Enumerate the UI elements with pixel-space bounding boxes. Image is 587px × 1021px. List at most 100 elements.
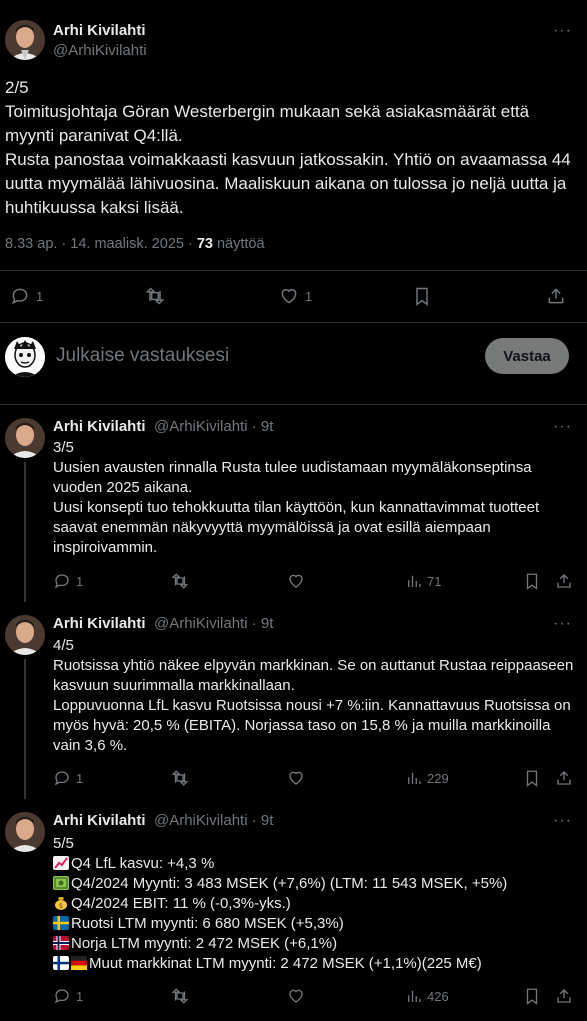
author-handle[interactable]: @ArhiKivilahti · 9t bbox=[154, 418, 273, 435]
stat-text: Q4/2024 Myynti: 3 483 MSEK (+7,6%) (LTM:… bbox=[71, 874, 508, 892]
stat-text: Q4/2024 EBIT: 11 % (-0,3%-yks.) bbox=[71, 894, 291, 912]
retweet-icon bbox=[145, 287, 165, 305]
bookmark-button[interactable] bbox=[413, 286, 431, 306]
bookmark-icon bbox=[416, 287, 428, 306]
share-icon bbox=[548, 288, 564, 304]
heart-icon bbox=[281, 289, 297, 304]
share-button[interactable] bbox=[546, 286, 566, 306]
more-options-icon[interactable]: ··· bbox=[553, 418, 572, 436]
sweden-flag-emoji bbox=[53, 916, 69, 930]
stat-text: Muut markkinat LTM myynti: 2 472 MSEK (+… bbox=[89, 954, 482, 972]
norway-flag-emoji bbox=[53, 936, 69, 950]
reply-count: 1 bbox=[76, 770, 84, 786]
share-button[interactable] bbox=[555, 987, 573, 1005]
author-name[interactable]: Arhi Kivilahti bbox=[53, 615, 146, 632]
list-item: Norja LTM myynti: 2 472 MSEK (+6,1%) bbox=[53, 933, 583, 953]
list-item: Ruotsi LTM myynti: 6 680 MSEK (+5,3%) bbox=[53, 913, 583, 933]
author-avatar[interactable] bbox=[5, 812, 45, 852]
share-icon bbox=[557, 771, 571, 785]
views-chart-icon bbox=[408, 772, 421, 784]
reply-button[interactable]: 1 bbox=[53, 769, 83, 787]
bookmark-icon bbox=[526, 573, 538, 590]
bookmark-button[interactable] bbox=[524, 769, 540, 787]
reply-icon bbox=[11, 288, 28, 305]
divider bbox=[0, 404, 587, 405]
reply-header: Arhi Kivilahti @ArhiKivilahti · 9t bbox=[53, 812, 273, 830]
views-button[interactable]: 426 bbox=[405, 987, 449, 1005]
more-options-icon[interactable]: ··· bbox=[553, 22, 572, 40]
views-button[interactable]: 229 bbox=[405, 769, 449, 787]
stat-text: Q4 LfL kasvu: +4,3 % bbox=[71, 854, 215, 872]
retweet-button[interactable] bbox=[170, 572, 190, 590]
views-count: 426 bbox=[427, 988, 449, 1004]
bookmark-button[interactable] bbox=[524, 987, 540, 1005]
like-button[interactable]: 1 bbox=[278, 286, 312, 306]
views-count: 73 bbox=[196, 236, 213, 252]
reply-body: 5/5 Q4 LfL kasvu: +4,3 % Q4/2024 Myynti:… bbox=[53, 833, 583, 973]
like-button[interactable] bbox=[287, 769, 305, 787]
author-avatar[interactable] bbox=[5, 418, 45, 458]
reply-header: Arhi Kivilahti @ArhiKivilahti · 9t bbox=[53, 615, 273, 633]
divider bbox=[0, 322, 587, 323]
reply-header: Arhi Kivilahti @ArhiKivilahti · 9t bbox=[53, 418, 273, 436]
heart-icon bbox=[289, 771, 303, 785]
author-name[interactable]: Arhi Kivilahti bbox=[53, 418, 146, 435]
retweet-button[interactable] bbox=[144, 286, 166, 306]
stat-text: Norja LTM myynti: 2 472 MSEK (+6,1%) bbox=[71, 934, 338, 952]
author-avatar[interactable] bbox=[5, 615, 45, 655]
share-button[interactable] bbox=[555, 572, 573, 590]
like-count: 1 bbox=[305, 288, 313, 304]
reply-count: 1 bbox=[76, 988, 84, 1004]
list-item: Q4/2024 Myynti: 3 483 MSEK (+7,6%) (LTM:… bbox=[53, 873, 583, 893]
author-handle[interactable]: @ArhiKivilahti · 9t bbox=[154, 812, 273, 829]
retweet-icon bbox=[171, 573, 189, 589]
retweet-button[interactable] bbox=[170, 987, 190, 1005]
reply-intro: 5/5 bbox=[53, 834, 74, 852]
reply-count: 1 bbox=[36, 288, 44, 304]
thread-connector bbox=[24, 659, 26, 799]
tweet-timestamp[interactable]: 8.33 ap. · 14. maalisk. 2025 · bbox=[5, 236, 197, 252]
reply-text: 3/5 Uusien avausten rinnalla Rusta tulee… bbox=[53, 439, 540, 556]
reply-button[interactable]: 1 bbox=[10, 286, 43, 306]
dollar-bills-emoji bbox=[53, 876, 69, 890]
reply-input[interactable]: Julkaise vastauksesi bbox=[56, 345, 229, 367]
retweet-button[interactable] bbox=[170, 769, 190, 787]
author-name[interactable]: Arhi Kivilahti bbox=[53, 22, 146, 39]
author-handle[interactable]: @ArhiKivilahti · 9t bbox=[154, 615, 273, 632]
list-item: Q4 LfL kasvu: +4,3 % bbox=[53, 853, 583, 873]
money-bag-emoji: $ bbox=[53, 896, 69, 910]
views-count: 71 bbox=[427, 573, 442, 589]
views-count: 229 bbox=[427, 770, 449, 786]
like-button[interactable] bbox=[287, 987, 305, 1005]
stat-text: Ruotsi LTM myynti: 6 680 MSEK (+5,3%) bbox=[71, 914, 344, 932]
retweet-icon bbox=[171, 770, 189, 786]
reply-button[interactable]: 1 bbox=[53, 572, 83, 590]
views-button[interactable]: 71 bbox=[405, 572, 441, 590]
more-options-icon[interactable]: ··· bbox=[553, 615, 572, 633]
author-handle[interactable]: @ArhiKivilahti bbox=[53, 42, 147, 59]
germany-flag-emoji bbox=[71, 956, 87, 970]
author-name[interactable]: Arhi Kivilahti bbox=[53, 812, 146, 829]
share-icon bbox=[557, 989, 571, 1003]
more-options-icon[interactable]: ··· bbox=[553, 812, 572, 830]
tweet-text: 2/5 Toimitusjohtaja Göran Westerbergin m… bbox=[5, 78, 571, 217]
like-button[interactable] bbox=[287, 572, 305, 590]
list-item: $ Q4/2024 EBIT: 11 % (-0,3%-yks.) bbox=[53, 893, 583, 913]
svg-text:$: $ bbox=[59, 902, 63, 910]
views-chart-icon bbox=[408, 575, 421, 587]
views-label: näyttöä bbox=[212, 236, 265, 252]
reply-text: 4/5 Ruotsissa yhtiö näkee elpyvän markki… bbox=[53, 637, 574, 754]
reply-count: 1 bbox=[76, 573, 84, 589]
share-button[interactable] bbox=[555, 769, 573, 787]
reply-button[interactable]: 1 bbox=[53, 987, 83, 1005]
bookmark-button[interactable] bbox=[524, 572, 540, 590]
views-chart-icon bbox=[408, 990, 421, 1002]
reply-icon bbox=[54, 771, 69, 786]
share-icon bbox=[557, 574, 571, 588]
author-avatar[interactable] bbox=[5, 20, 45, 60]
chart-up-emoji bbox=[53, 856, 69, 870]
bookmark-icon bbox=[526, 988, 538, 1005]
list-item: Muut markkinat LTM myynti: 2 472 MSEK (+… bbox=[53, 953, 583, 973]
reply-submit-button[interactable]: Vastaa bbox=[485, 338, 569, 374]
my-avatar[interactable] bbox=[5, 337, 45, 377]
